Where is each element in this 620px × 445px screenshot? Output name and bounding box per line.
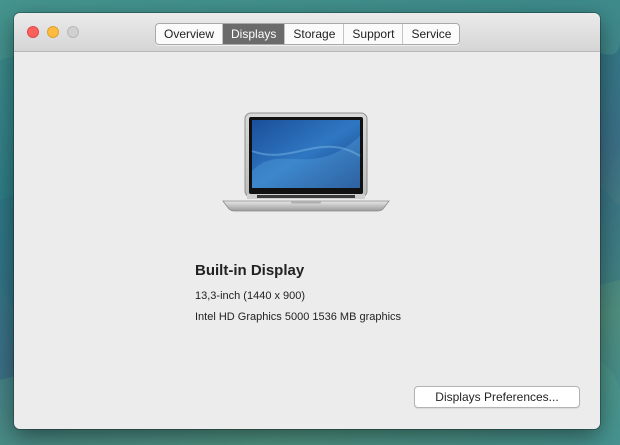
minimize-button[interactable] [47, 26, 59, 38]
macbook-air-icon [222, 112, 390, 212]
tab-bar: Overview Displays Storage Support Servic… [155, 23, 461, 45]
about-this-mac-window: Overview Displays Storage Support Servic… [14, 13, 600, 429]
display-name: Built-in Display [195, 262, 305, 279]
display-size-resolution: 13,3-inch (1440 x 900) [195, 290, 306, 302]
title-bar: Overview Displays Storage Support Servic… [14, 13, 600, 52]
tab-displays[interactable]: Displays [223, 24, 286, 44]
displays-preferences-button[interactable]: Displays Preferences... [414, 386, 580, 408]
tab-storage[interactable]: Storage [285, 24, 345, 44]
tab-support[interactable]: Support [344, 24, 404, 44]
zoom-button [67, 26, 79, 38]
tab-overview[interactable]: Overview [156, 24, 224, 44]
tab-service[interactable]: Service [403, 24, 459, 44]
close-button[interactable] [27, 26, 39, 38]
display-graphics: Intel HD Graphics 5000 1536 MB graphics [195, 311, 402, 323]
